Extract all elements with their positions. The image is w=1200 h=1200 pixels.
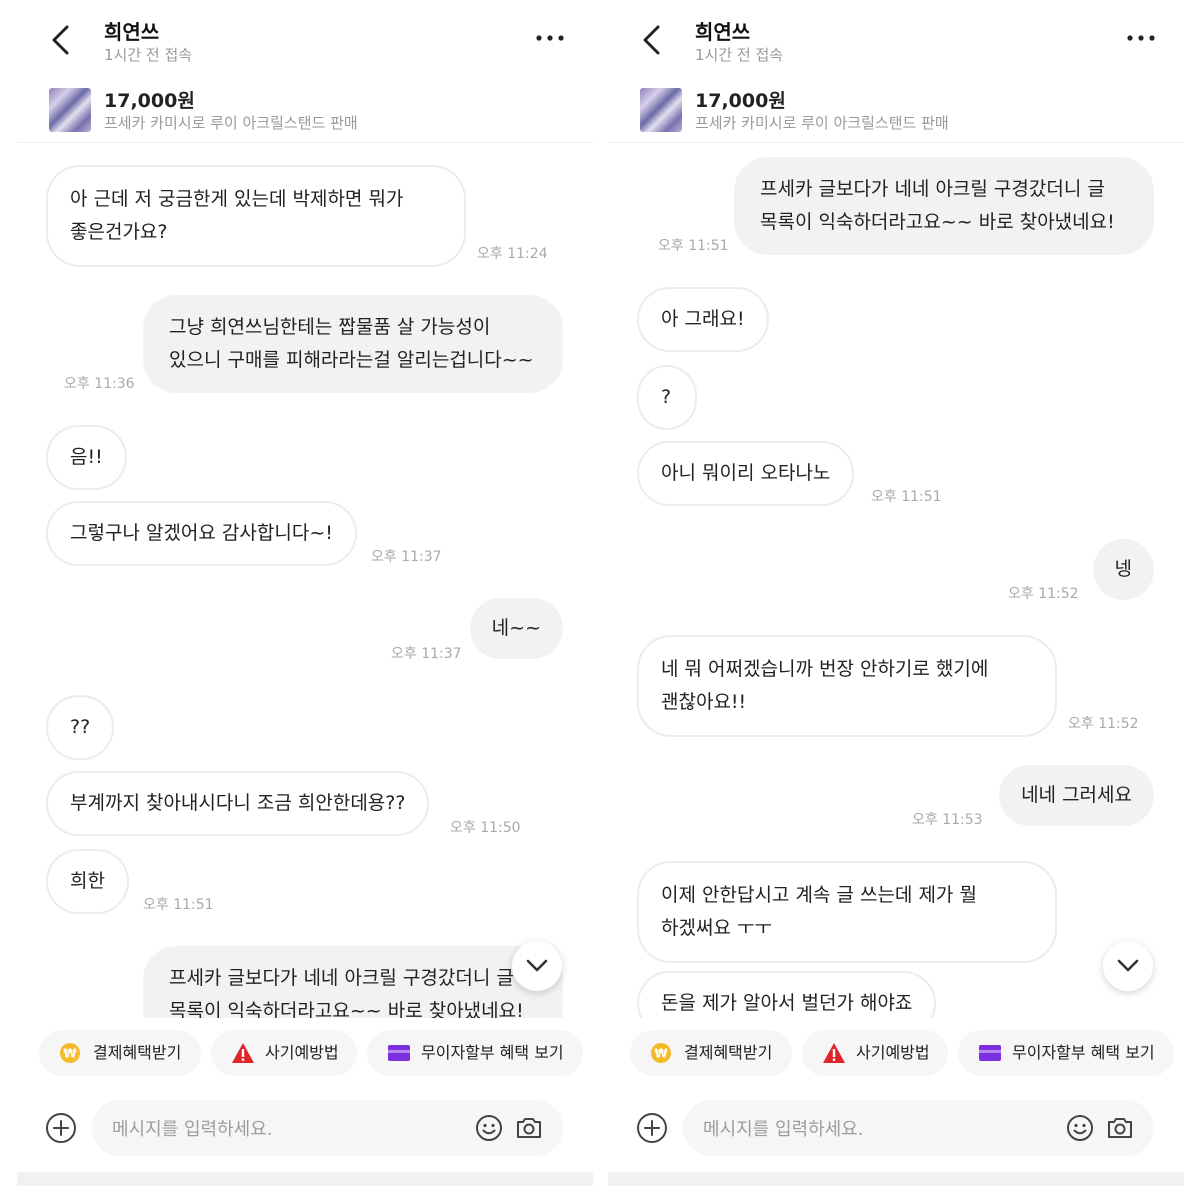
- message-time: 오후 11:37: [371, 549, 442, 565]
- incoming-message[interactable]: 아 그래요!: [637, 287, 769, 352]
- chip-label: 결제혜택받기: [93, 1043, 182, 1062]
- quick-actions: ₩ 결제혜택받기 사기예방법 무이자할부 혜택 보기: [608, 1018, 1184, 1086]
- user-status: 1시간 전 접속: [104, 46, 193, 64]
- incoming-message[interactable]: 네 뭐 어쩌겠습니까 번장 안하기로 했기에 괜찮아요!!: [637, 635, 1057, 737]
- won-coin-icon: ₩: [651, 1043, 671, 1063]
- back-chevron-icon[interactable]: [49, 24, 73, 56]
- message-time: 오후 11:52: [1068, 716, 1139, 732]
- user-name[interactable]: 희연쓰: [695, 16, 750, 45]
- scroll-down-button[interactable]: [1103, 941, 1153, 991]
- chip-label: 무이자할부 혜택 보기: [421, 1043, 564, 1062]
- fraud-prevention-button[interactable]: 사기예방법: [802, 1030, 948, 1076]
- outgoing-message[interactable]: 네네 그러세요: [999, 765, 1154, 826]
- panel-bottom-edge: [608, 1172, 1184, 1186]
- incoming-message[interactable]: ??: [46, 695, 115, 760]
- message-list[interactable]: 프세카 글보다가 네네 아크릴 구경갔더니 글 목록이 익숙하더라고요~~ 바로…: [608, 143, 1184, 1018]
- won-coin-icon: ₩: [60, 1043, 80, 1063]
- incoming-message[interactable]: 이제 안한답시고 계속 글 쓰는데 제가 뭘 하겠써요 ㅜㅜ: [637, 861, 1057, 963]
- fraud-prevention-button[interactable]: 사기예방법: [211, 1030, 357, 1076]
- message-time: 오후 11:52: [1008, 586, 1079, 602]
- plus-circle-icon[interactable]: [45, 1112, 77, 1144]
- smiley-icon[interactable]: [475, 1114, 503, 1142]
- chip-label: 무이자할부 혜택 보기: [1012, 1043, 1155, 1062]
- chat-header: 희연쓰 1시간 전 접속: [608, 0, 1184, 80]
- outgoing-message[interactable]: 네~~: [469, 598, 563, 659]
- chip-label: 사기예방법: [856, 1043, 930, 1062]
- chat-screen-right: 희연쓰 1시간 전 접속 17,000원 프세카 카미시로 루이 아크릴스탠드 …: [608, 0, 1184, 1186]
- incoming-message[interactable]: 부계까지 찾아내시다니 조금 희안한데용??: [46, 771, 430, 836]
- incoming-message[interactable]: 음!!: [46, 425, 127, 490]
- message-list[interactable]: 아 근데 저 궁금한게 있는데 박제하면 뭐가 좋은건가요? 오후 11:24 …: [17, 143, 593, 1018]
- incoming-message[interactable]: 그렇구나 알겠어요 감사합니다~!: [46, 501, 357, 566]
- incoming-message[interactable]: ?: [637, 365, 697, 430]
- message-input-wrapper: [92, 1100, 563, 1158]
- message-input-wrapper: [683, 1100, 1154, 1158]
- outgoing-message[interactable]: 넹: [1092, 539, 1154, 600]
- product-title: 프세카 카미시로 루이 아크릴스탠드 판매: [104, 114, 358, 132]
- message-time: 오후 11:37: [391, 646, 462, 662]
- product-thumbnail[interactable]: [640, 88, 682, 132]
- more-dots-icon[interactable]: [535, 28, 565, 48]
- user-name[interactable]: 희연쓰: [104, 16, 159, 45]
- product-title: 프세카 카미시로 루이 아크릴스탠드 판매: [695, 114, 949, 132]
- incoming-message[interactable]: 아니 뭐이리 오타나노: [637, 441, 855, 506]
- chat-screen-left: 희연쓰 1시간 전 접속 17,000원 프세카 카미시로 루이 아크릴스탠드 …: [17, 0, 593, 1186]
- camera-icon[interactable]: [515, 1114, 543, 1142]
- card-icon: [979, 1045, 1001, 1061]
- product-price: 17,000원: [104, 90, 195, 112]
- incoming-message[interactable]: 돈을 제가 알아서 벌던가 해야죠: [637, 971, 937, 1018]
- payment-benefit-button[interactable]: ₩ 결제혜택받기: [39, 1030, 201, 1076]
- svg-text:₩: ₩: [654, 1047, 668, 1061]
- warning-triangle-icon: [823, 1043, 845, 1063]
- chevron-down-icon: [526, 959, 548, 972]
- product-price: 17,000원: [695, 90, 786, 112]
- chip-label: 사기예방법: [265, 1043, 339, 1062]
- warning-triangle-icon: [232, 1043, 254, 1063]
- message-input[interactable]: [92, 1100, 474, 1158]
- message-time: 오후 11:50: [450, 820, 521, 836]
- chip-label: 결제혜택받기: [684, 1043, 773, 1062]
- scroll-down-button[interactable]: [512, 941, 562, 991]
- svg-text:₩: ₩: [63, 1047, 77, 1061]
- chat-header: 희연쓰 1시간 전 접속: [17, 0, 593, 80]
- panel-bottom-edge: [17, 1172, 593, 1186]
- incoming-message[interactable]: 희한: [46, 849, 129, 914]
- back-chevron-icon[interactable]: [640, 24, 664, 56]
- message-time: 오후 11:51: [871, 489, 942, 505]
- more-dots-icon[interactable]: [1126, 28, 1156, 48]
- message-input-bar: [608, 1086, 1184, 1172]
- plus-circle-icon[interactable]: [636, 1112, 668, 1144]
- outgoing-message[interactable]: 프세카 글보다가 네네 아크릴 구경갔더니 글 목록이 익숙하더라고요~~ 바로…: [143, 946, 563, 1018]
- outgoing-message[interactable]: 그냥 희연쓰님한테는 짭물품 살 가능성이 있으니 구매를 피해라라는걸 알리는…: [143, 295, 563, 393]
- card-icon: [388, 1045, 410, 1061]
- message-time: 오후 11:36: [64, 376, 135, 392]
- message-time: 오후 11:53: [912, 812, 983, 828]
- quick-actions: ₩ 결제혜택받기 사기예방법 무이자할부 혜택 보기: [17, 1018, 593, 1086]
- message-input-bar: [17, 1086, 593, 1172]
- camera-icon[interactable]: [1106, 1114, 1134, 1142]
- product-thumbnail[interactable]: [49, 88, 91, 132]
- incoming-message[interactable]: 아 근데 저 궁금한게 있는데 박제하면 뭐가 좋은건가요?: [46, 165, 466, 267]
- chevron-down-icon: [1117, 959, 1139, 972]
- message-time: 오후 11:51: [658, 238, 729, 254]
- message-input[interactable]: [683, 1100, 1065, 1158]
- installment-benefit-button[interactable]: 무이자할부 혜택 보기: [367, 1030, 583, 1076]
- product-card[interactable]: 17,000원 프세카 카미시로 루이 아크릴스탠드 판매: [17, 80, 593, 143]
- message-time: 오후 11:24: [477, 246, 548, 262]
- product-card[interactable]: 17,000원 프세카 카미시로 루이 아크릴스탠드 판매: [608, 80, 1184, 143]
- outgoing-message[interactable]: 프세카 글보다가 네네 아크릴 구경갔더니 글 목록이 익숙하더라고요~~ 바로…: [734, 157, 1154, 255]
- message-time: 오후 11:51: [143, 897, 214, 913]
- smiley-icon[interactable]: [1066, 1114, 1094, 1142]
- installment-benefit-button[interactable]: 무이자할부 혜택 보기: [958, 1030, 1174, 1076]
- payment-benefit-button[interactable]: ₩ 결제혜택받기: [630, 1030, 792, 1076]
- user-status: 1시간 전 접속: [695, 46, 784, 64]
